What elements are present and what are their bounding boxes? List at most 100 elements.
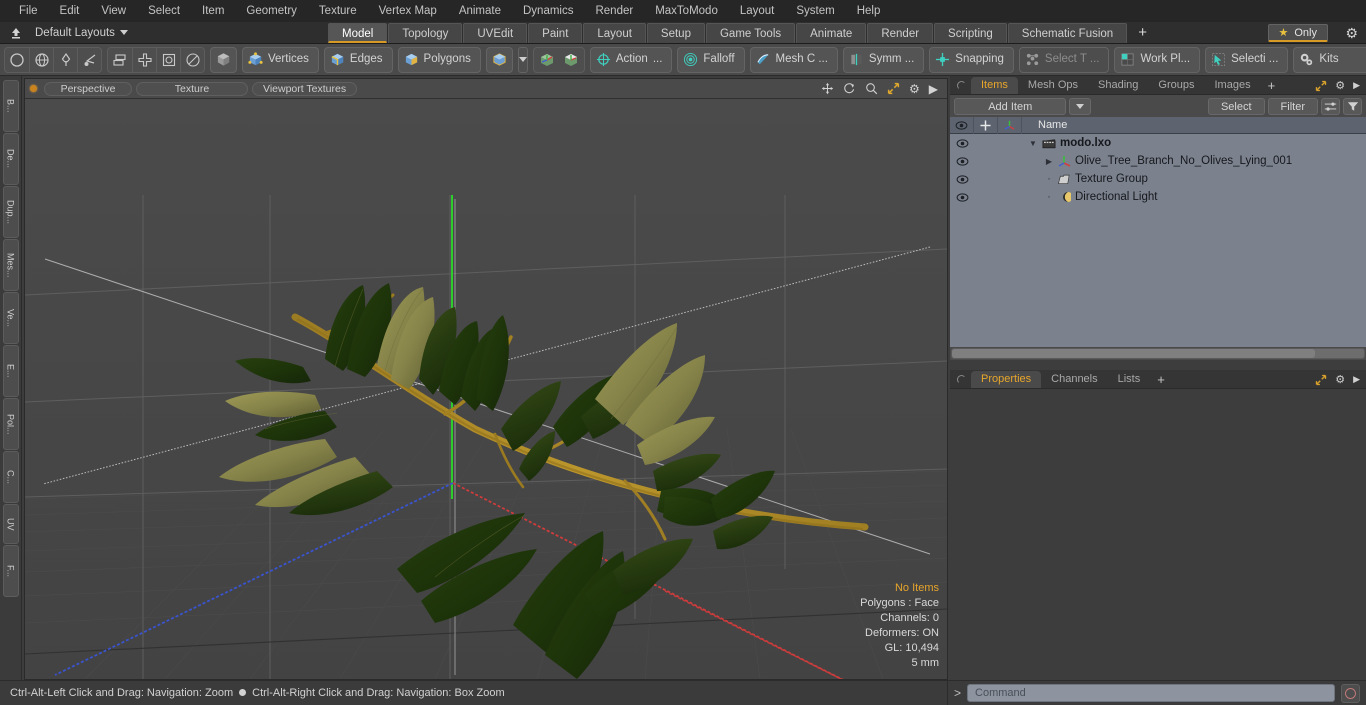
item-name-cell[interactable]: ▪ Directional Light xyxy=(1022,191,1158,203)
items-mode-button[interactable] xyxy=(485,46,513,73)
left-tool-tab-5[interactable]: E... xyxy=(2,345,19,397)
viewport-canvas[interactable]: Y X Z No Items Polygons : Face Channels:… xyxy=(25,99,947,679)
menu-item-render[interactable]: Render xyxy=(584,0,644,22)
chevron-right-icon[interactable]: ▶ xyxy=(1353,374,1360,385)
left-tool-tab-2[interactable]: Dup... xyxy=(2,186,19,238)
item-list-row[interactable]: ▶ Olive_Tree_Branch_No_Olives_Lying_001 xyxy=(950,152,1366,170)
tab-channels[interactable]: Channels xyxy=(1041,371,1107,388)
add-item-dropdown[interactable] xyxy=(1069,97,1092,115)
rotate-icon[interactable] xyxy=(843,82,856,95)
item-list-row[interactable]: ▼ modo.lxo xyxy=(950,134,1366,152)
tab-items[interactable]: Items xyxy=(971,77,1018,94)
menu-item-texture[interactable]: Texture xyxy=(308,0,368,22)
layout-tab-schematic-fusion[interactable]: Schematic Fusion xyxy=(1007,23,1128,43)
scroll-thumb[interactable] xyxy=(952,349,1315,358)
curve-icon[interactable] xyxy=(77,47,101,72)
axis-rotate-icon[interactable] xyxy=(559,48,583,72)
left-tool-tab-3[interactable]: Mes... xyxy=(2,239,19,291)
snapping-button[interactable]: Snapping xyxy=(929,46,1014,73)
filter-button[interactable]: Filter xyxy=(1267,97,1318,115)
layout-tab-layout[interactable]: Layout xyxy=(583,23,646,43)
left-tool-tab-9[interactable]: F... xyxy=(2,545,19,597)
select-through-button[interactable]: Select T ... xyxy=(1018,46,1110,73)
layout-tab-game-tools[interactable]: Game Tools xyxy=(705,23,796,43)
left-tool-tab-7[interactable]: C... xyxy=(2,451,19,503)
globe-icon[interactable] xyxy=(29,47,53,72)
action-center-button[interactable]: Action ... xyxy=(589,46,673,73)
falloff-button[interactable]: Falloff xyxy=(677,46,745,73)
gear-icon[interactable]: ⚙ xyxy=(1335,79,1345,92)
only-toggle[interactable]: ★ Only xyxy=(1267,24,1328,42)
scroll-track[interactable] xyxy=(951,348,1365,359)
kits-button[interactable]: Kits xyxy=(1293,46,1366,73)
sliders-icon[interactable] xyxy=(1321,97,1340,115)
record-icon[interactable] xyxy=(1341,683,1360,703)
add-item-button[interactable]: Add Item xyxy=(954,97,1067,115)
name-column-header[interactable]: Name xyxy=(1022,119,1067,131)
item-name-cell[interactable]: ▪ Texture Group xyxy=(1022,173,1148,185)
layout-tab-uvedit[interactable]: UVEdit xyxy=(463,23,528,43)
menu-item-file[interactable]: File xyxy=(8,0,49,22)
left-tool-tab-0[interactable]: B... xyxy=(2,80,19,132)
item-mode-button[interactable] xyxy=(210,46,237,73)
work-plane-button[interactable]: Work Pl... xyxy=(1114,46,1201,73)
menu-item-edit[interactable]: Edit xyxy=(49,0,91,22)
gear-icon[interactable]: ⚙ xyxy=(1345,25,1358,42)
fit-icon[interactable] xyxy=(887,82,900,95)
layout-tab-render[interactable]: Render xyxy=(867,23,934,43)
layout-tab-scripting[interactable]: Scripting xyxy=(934,23,1007,43)
viewport-3d[interactable]: Perspective Texture Viewport Textures ⚙ … xyxy=(24,78,948,680)
item-list-row[interactable]: ▪ Texture Group xyxy=(950,170,1366,188)
symmetry-button[interactable]: Symm ... xyxy=(842,46,925,73)
menu-item-view[interactable]: View xyxy=(90,0,137,22)
duplicate-icon[interactable] xyxy=(108,48,132,72)
items-mode-dropdown[interactable] xyxy=(517,46,528,73)
panel-menu-icon[interactable] xyxy=(957,375,966,384)
menu-item-vertex-map[interactable]: Vertex Map xyxy=(368,0,448,22)
gear-icon[interactable]: ⚙ xyxy=(1335,373,1345,386)
funnel-icon[interactable] xyxy=(1343,97,1362,115)
selection-mode-vertices[interactable]: Vertices xyxy=(242,46,319,73)
center-icon[interactable] xyxy=(156,47,180,72)
visibility-toggle[interactable] xyxy=(950,138,974,148)
menu-item-select[interactable]: Select xyxy=(137,0,191,22)
expand-icon[interactable] xyxy=(1315,80,1327,92)
viewport-shading-button[interactable]: Texture xyxy=(136,81,248,96)
left-tool-tab-4[interactable]: Ve... xyxy=(2,292,19,344)
circle-icon[interactable] xyxy=(5,48,29,72)
menu-item-system[interactable]: System xyxy=(785,0,845,22)
add-items-tab-button[interactable]: + xyxy=(1261,77,1283,94)
disclosure-triangle-icon[interactable]: ▼ xyxy=(1028,139,1038,148)
radial-icon[interactable] xyxy=(180,47,204,72)
left-tool-tab-8[interactable]: UV xyxy=(2,504,19,544)
mesh-constraint-button[interactable]: Mesh C ... xyxy=(749,46,838,73)
align-icon[interactable] xyxy=(132,47,156,72)
panel-menu-icon[interactable] xyxy=(957,81,966,90)
item-list-row[interactable]: ▪ Directional Light xyxy=(950,188,1366,206)
disclosure-triangle-icon[interactable]: ▶ xyxy=(1044,157,1054,166)
tab-images[interactable]: Images xyxy=(1205,77,1261,94)
command-input[interactable] xyxy=(967,684,1335,702)
selection-set-button[interactable]: Selecti ... xyxy=(1205,46,1289,73)
left-tool-tab-6[interactable]: Pol... xyxy=(2,398,19,450)
menu-item-item[interactable]: Item xyxy=(191,0,235,22)
expand-icon[interactable] xyxy=(1315,374,1327,386)
layout-tab-setup[interactable]: Setup xyxy=(646,23,705,43)
add-layout-tab-button[interactable]: + xyxy=(1128,23,1157,43)
pan-icon[interactable] xyxy=(821,82,834,95)
visibility-column-header[interactable] xyxy=(950,116,974,134)
home-icon[interactable] xyxy=(3,23,29,43)
menu-item-maxtomodo[interactable]: MaxToModo xyxy=(644,0,729,22)
visibility-toggle[interactable] xyxy=(950,192,974,202)
select-button[interactable]: Select xyxy=(1207,97,1265,115)
chevron-right-icon[interactable]: ▶ xyxy=(929,82,938,96)
lock-column-header[interactable] xyxy=(974,116,998,134)
tab-shading[interactable]: Shading xyxy=(1088,77,1148,94)
tab-properties[interactable]: Properties xyxy=(971,371,1042,388)
add-properties-tab-button[interactable]: + xyxy=(1150,371,1172,388)
layout-tab-paint[interactable]: Paint xyxy=(528,23,583,43)
layout-tab-topology[interactable]: Topology xyxy=(388,23,463,43)
layout-tab-model[interactable]: Model xyxy=(328,23,388,43)
chevron-right-icon[interactable]: ▶ xyxy=(1353,80,1360,91)
menu-item-geometry[interactable]: Geometry xyxy=(235,0,308,22)
